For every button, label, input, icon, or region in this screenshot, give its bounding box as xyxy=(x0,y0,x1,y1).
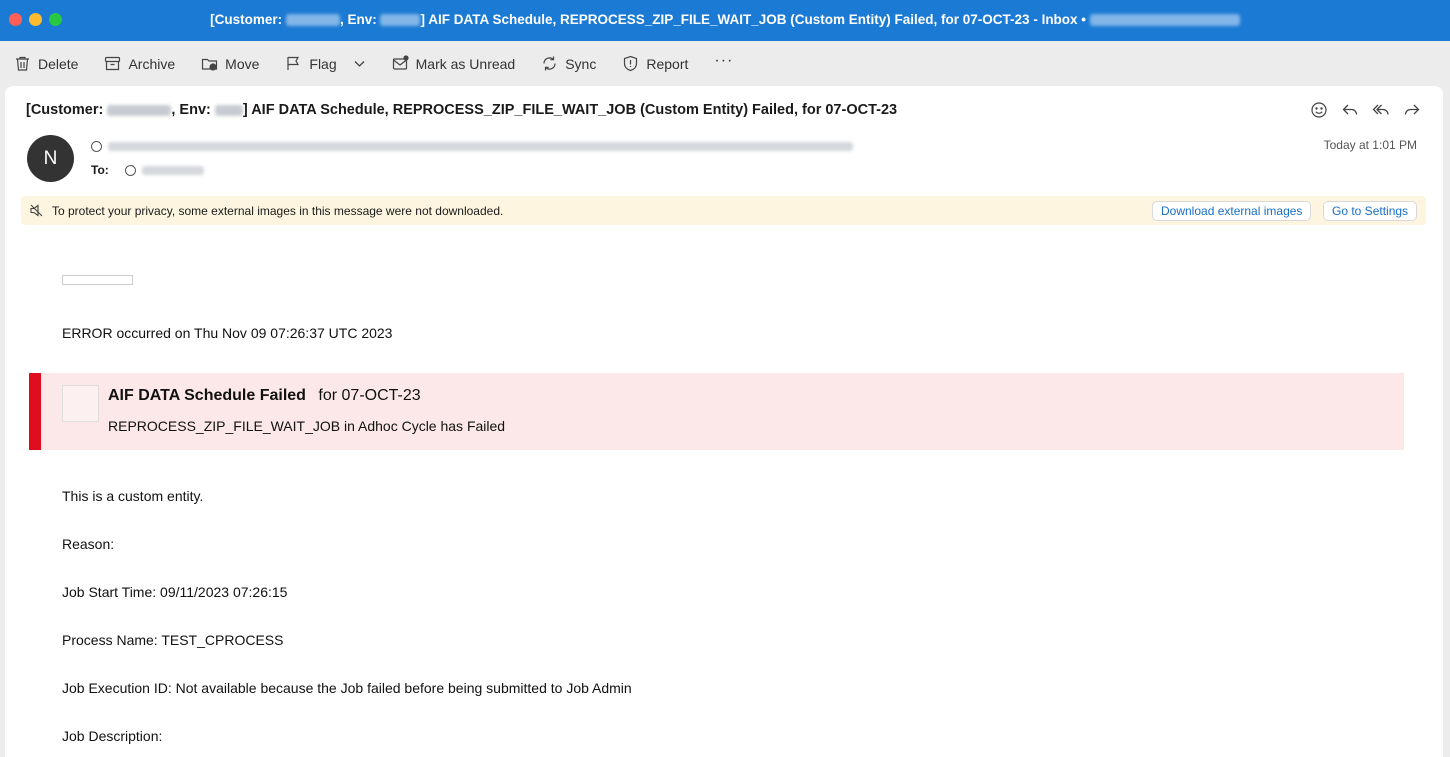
folder-move-icon xyxy=(202,58,218,71)
window-title-bar: [Customer: , Env: ] AIF DATA Schedule, R… xyxy=(0,0,1450,41)
chevron-down-icon xyxy=(354,61,365,67)
sync-label: Sync xyxy=(565,55,597,72)
flag-dropdown[interactable] xyxy=(353,57,366,70)
reason-line: Reason: xyxy=(62,536,115,552)
archive-label: Archive xyxy=(128,55,176,72)
forward-icon[interactable] xyxy=(1403,101,1421,119)
job-execution-line: Job Execution ID: Not available because … xyxy=(62,680,632,696)
window-title: [Customer: , Env: ] AIF DATA Schedule, R… xyxy=(0,12,1450,27)
subject-env: , Env: xyxy=(171,102,211,118)
job-start-line: Job Start Time: 09/11/2023 07:26:15 xyxy=(62,584,288,600)
move-label: Move xyxy=(225,55,260,72)
archive-icon xyxy=(105,56,121,71)
trash-icon xyxy=(16,56,29,71)
report-button[interactable]: Report xyxy=(622,55,688,72)
failure-alert: AIF DATA Schedule Failed for 07-OCT-23 R… xyxy=(29,373,1404,450)
redacted-env xyxy=(214,104,243,116)
flag-button[interactable]: Flag xyxy=(285,55,337,72)
window-title-rest: ] AIF DATA Schedule, REPROCESS_ZIP_FILE_… xyxy=(420,12,1087,27)
alert-subtitle: REPROCESS_ZIP_FILE_WAIT_JOB in Adhoc Cyc… xyxy=(108,418,506,434)
redacted-customer xyxy=(107,104,172,116)
window-title-prefix: [Customer: xyxy=(210,12,283,27)
archive-button[interactable]: Archive xyxy=(104,55,175,72)
sender-status-icon xyxy=(91,141,102,152)
subject-rest: ] AIF DATA Schedule, REPROCESS_ZIP_FILE_… xyxy=(242,102,898,118)
alert-title-bold: AIF DATA Schedule Failed xyxy=(108,387,306,404)
error-line: ERROR occurred on Thu Nov 09 07:26:37 UT… xyxy=(62,325,393,341)
more-actions-button[interactable]: ··· xyxy=(714,52,733,70)
emoji-reaction-icon[interactable] xyxy=(1310,101,1328,119)
blocked-image-icon xyxy=(30,204,43,217)
reply-all-icon[interactable] xyxy=(1372,101,1390,119)
sender-line[interactable] xyxy=(91,141,853,152)
redacted-account xyxy=(1089,14,1240,27)
process-name-line: Process Name: TEST_CPROCESS xyxy=(62,632,284,648)
message-timestamp: Today at 1:01 PM xyxy=(1323,138,1417,152)
flag-icon xyxy=(287,56,300,70)
shield-icon xyxy=(624,55,638,72)
avatar: N xyxy=(27,135,74,182)
reply-icon[interactable] xyxy=(1341,101,1359,119)
delete-label: Delete xyxy=(38,55,79,72)
redacted-sender-address xyxy=(108,142,853,151)
mark-unread-button[interactable]: Mark as Unread xyxy=(392,55,516,72)
custom-entity-line: This is a custom entity. xyxy=(62,488,204,504)
message-actions xyxy=(1310,101,1421,119)
redacted-recipient[interactable] xyxy=(141,165,204,175)
delete-button[interactable]: Delete xyxy=(14,55,78,72)
redacted-env xyxy=(380,14,421,27)
flag-label: Flag xyxy=(309,55,337,72)
job-description-line: Job Description: xyxy=(62,728,163,744)
privacy-text: To protect your privacy, some external i… xyxy=(52,203,504,218)
logo-image-placeholder xyxy=(62,275,133,285)
toolbar: Delete Archive Move Flag Mark as Unread … xyxy=(0,41,1450,86)
mark-unread-label: Mark as Unread xyxy=(415,55,516,72)
recipient-line: To: xyxy=(91,163,204,177)
message-pane: [Customer: , Env: ] AIF DATA Schedule, R… xyxy=(5,86,1443,757)
download-images-button[interactable]: Download external images xyxy=(1152,201,1312,221)
alert-image-placeholder xyxy=(62,385,99,422)
message-subject: [Customer: , Env: ] AIF DATA Schedule, R… xyxy=(26,102,897,118)
privacy-banner: To protect your privacy, some external i… xyxy=(21,196,1426,225)
redacted-customer xyxy=(285,14,340,27)
window-title-env: , Env: xyxy=(339,12,377,27)
subject-prefix: [Customer: xyxy=(26,102,104,118)
recipient-status-icon xyxy=(124,164,136,176)
alert-title: AIF DATA Schedule Failed for 07-OCT-23 xyxy=(108,387,421,405)
go-to-settings-button[interactable]: Go to Settings xyxy=(1323,201,1418,221)
to-label: To: xyxy=(91,163,109,177)
move-button[interactable]: Move xyxy=(201,55,259,72)
alert-title-date: for 07-OCT-23 xyxy=(318,387,421,404)
envelope-unread-icon xyxy=(392,55,409,70)
report-label: Report xyxy=(646,55,689,72)
sync-icon xyxy=(543,56,556,71)
sync-button[interactable]: Sync xyxy=(541,55,596,72)
